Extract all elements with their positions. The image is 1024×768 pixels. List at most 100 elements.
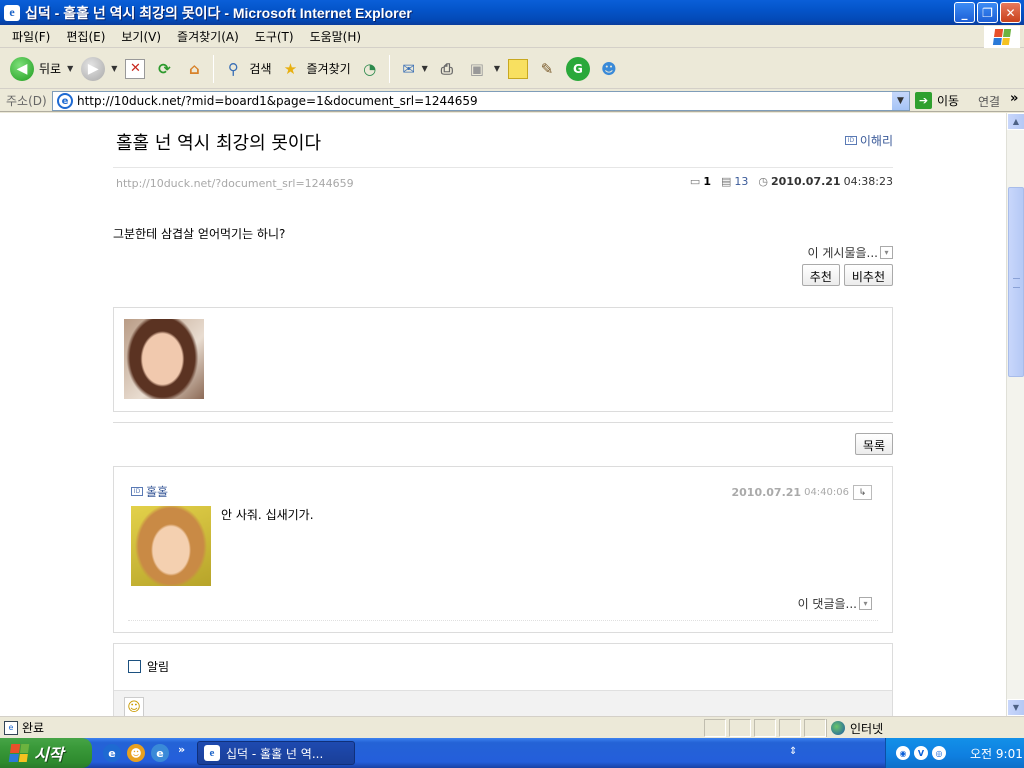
search-button[interactable]: ⚲ 검색 <box>218 52 275 86</box>
content-divider <box>113 422 893 423</box>
scroll-thumb[interactable] <box>1008 187 1024 377</box>
reply-icon[interactable]: ↳ <box>853 485 872 500</box>
status-label: 완료 <box>22 721 45 735</box>
notify-option[interactable]: 알림 <box>128 658 169 675</box>
address-label: 주소(D) <box>6 94 47 108</box>
menu-view[interactable]: 보기(V) <box>113 28 169 45</box>
document-author[interactable]: ID 이해리 <box>844 132 893 149</box>
toolbar: ◀ 뒤로 ▼ ▶ ▼ ✕ ⟳ ⌂ ⚲ 검색 ★ 즐겨찾기 ◔ ✉ ▼ ⎙ ▣ ▼… <box>0 49 1024 89</box>
print-button[interactable]: ⎙ <box>432 52 462 86</box>
taskbar: 시작 e ☻ e » e 십덕 - 홀홀 넌 역... ⇕ ◉ V ◎ 오전 9… <box>0 738 1024 768</box>
minimize-button[interactable]: _ <box>954 2 975 23</box>
back-arrow-icon: ◀ <box>10 56 34 81</box>
edit-dropdown-icon[interactable]: ▼ <box>494 64 500 73</box>
ie-quicklaunch-icon[interactable]: e <box>103 744 121 762</box>
address-dropdown-icon[interactable]: ▼ <box>892 92 909 110</box>
this-post-menu[interactable]: 이 게시물을... ▾ <box>808 244 893 261</box>
address-input[interactable] <box>77 94 877 108</box>
g-button[interactable]: G <box>562 52 594 86</box>
comment-author-name[interactable]: 홀홀 <box>146 483 168 500</box>
comment-date-value: 2010.07.21 <box>731 486 802 499</box>
ie-icon: e <box>204 745 220 761</box>
back-dropdown-icon[interactable]: ▼ <box>67 64 73 73</box>
vertical-scrollbar[interactable]: ▲ ▼ <box>1006 113 1024 716</box>
toolbar-separator <box>213 54 215 83</box>
menu-help[interactable]: 도움말(H) <box>302 28 370 45</box>
menu-edit[interactable]: 편집(E) <box>58 28 113 45</box>
scroll-down-button[interactable]: ▼ <box>1007 699 1024 716</box>
messenger-quicklaunch-icon[interactable]: ☻ <box>127 744 145 762</box>
note-button[interactable] <box>504 52 532 86</box>
note-icon <box>507 58 528 79</box>
menu-tools[interactable]: 도구(T) <box>247 28 302 45</box>
stop-button[interactable]: ✕ <box>121 52 149 86</box>
close-button[interactable]: ✕ <box>1000 2 1021 23</box>
list-button-wrap: 목록 <box>854 433 893 455</box>
mail-button[interactable]: ✉ ▼ <box>394 52 432 86</box>
clock: 오전 9:01 <box>970 746 1023 761</box>
status-pane <box>704 719 726 737</box>
menu-bar: 파일(F) 편집(E) 보기(V) 즐겨찾기(A) 도구(T) 도움말(H) <box>0 25 1024 48</box>
tray-network-icon[interactable]: ◎ <box>932 746 946 760</box>
title-bar[interactable]: e 십덕 - 홀홀 넌 역시 최강의 못이다 - Microsoft Inter… <box>0 0 1024 25</box>
go-button[interactable]: ➔ 이동 <box>915 92 959 109</box>
scroll-up-button[interactable]: ▲ <box>1007 113 1024 130</box>
status-pane <box>804 719 826 737</box>
menu-favorites[interactable]: 즐겨찾기(A) <box>169 28 247 45</box>
tray-app-icon[interactable]: ◉ <box>896 746 910 760</box>
research-icon: ✎ <box>540 59 554 78</box>
mail-dropdown-icon[interactable]: ▼ <box>422 64 428 73</box>
member-icon: ID <box>844 136 857 145</box>
quick-launch: e ☻ e <box>103 744 169 762</box>
author-profile-photo <box>124 319 204 399</box>
comment-divider <box>128 620 878 621</box>
quick-launch-chevron-icon[interactable]: » <box>178 743 185 756</box>
security-zone[interactable]: 인터넷 <box>826 719 1020 737</box>
refresh-button[interactable]: ⟳ <box>149 52 179 86</box>
status-panes <box>704 719 826 737</box>
status-pane <box>729 719 751 737</box>
comment-author[interactable]: ID 홀홀 <box>131 483 168 500</box>
this-comment-menu[interactable]: 이 댓글을... ▾ <box>798 595 872 612</box>
links-button[interactable]: 연결 <box>978 93 1000 110</box>
messenger-button[interactable]: ☻ <box>594 52 624 86</box>
maximize-button[interactable]: ❐ <box>977 2 998 23</box>
taskbar-item-ie[interactable]: e 십덕 - 홀홀 넌 역... <box>197 741 355 765</box>
links-chevron-icon[interactable]: » <box>1010 91 1018 106</box>
not-recommend-button[interactable]: 비추천 <box>843 264 893 286</box>
status-pane <box>779 719 801 737</box>
forward-dropdown-icon[interactable]: ▼ <box>111 64 117 73</box>
menu-file[interactable]: 파일(F) <box>4 28 58 45</box>
this-post-label[interactable]: 이 게시물을... <box>808 244 878 261</box>
messenger-icon: ☻ <box>601 59 617 78</box>
favorites-button[interactable]: ★ 즐겨찾기 <box>276 52 355 86</box>
address-bar: 주소(D) e ▼ ➔ 이동 연결 » <box>0 90 1024 112</box>
start-button[interactable]: 시작 <box>0 738 92 768</box>
recommend-button[interactable]: 추천 <box>801 264 840 286</box>
post-menu-icon[interactable]: ▾ <box>880 246 893 259</box>
back-button[interactable]: ◀ 뒤로 ▼ <box>6 52 77 86</box>
research-button[interactable]: ✎ <box>532 52 562 86</box>
comment-count: ▭ 1 <box>690 175 711 188</box>
notify-checkbox[interactable] <box>128 660 141 673</box>
this-comment-label[interactable]: 이 댓글을... <box>798 595 857 612</box>
history-button[interactable]: ◔ <box>355 52 385 86</box>
date-value: 2010.07.21 <box>771 175 841 188</box>
status-bar: e 완료 인터넷 <box>0 716 1024 738</box>
page-viewport: 홀홀 넌 역시 최강의 못이다 ID 이해리 http://10duck.net… <box>0 113 1006 716</box>
browser-quicklaunch-icon[interactable]: e <box>151 744 169 762</box>
forward-button[interactable]: ▶ ▼ <box>77 52 121 86</box>
views-icon: ▤ <box>720 175 732 188</box>
document-permalink[interactable]: http://10duck.net/?document_srl=1244659 <box>116 177 354 190</box>
comment-menu-icon[interactable]: ▾ <box>859 597 872 610</box>
edit-button[interactable]: ▣ ▼ <box>462 52 504 86</box>
author-name[interactable]: 이해리 <box>860 132 893 149</box>
address-box[interactable]: e ▼ <box>52 91 910 111</box>
emoticon-icon[interactable]: ☺ <box>124 697 144 716</box>
tray-v3-icon[interactable]: V <box>914 746 928 760</box>
status-pane <box>754 719 776 737</box>
list-button[interactable]: 목록 <box>854 433 893 455</box>
comment-list: ID 홀홀 2010.07.21 04:40:06 ↳ 안 사줘. 십새기가. … <box>113 466 893 633</box>
language-bar-icon[interactable]: ⇕ <box>789 746 797 757</box>
home-button[interactable]: ⌂ <box>179 52 209 86</box>
